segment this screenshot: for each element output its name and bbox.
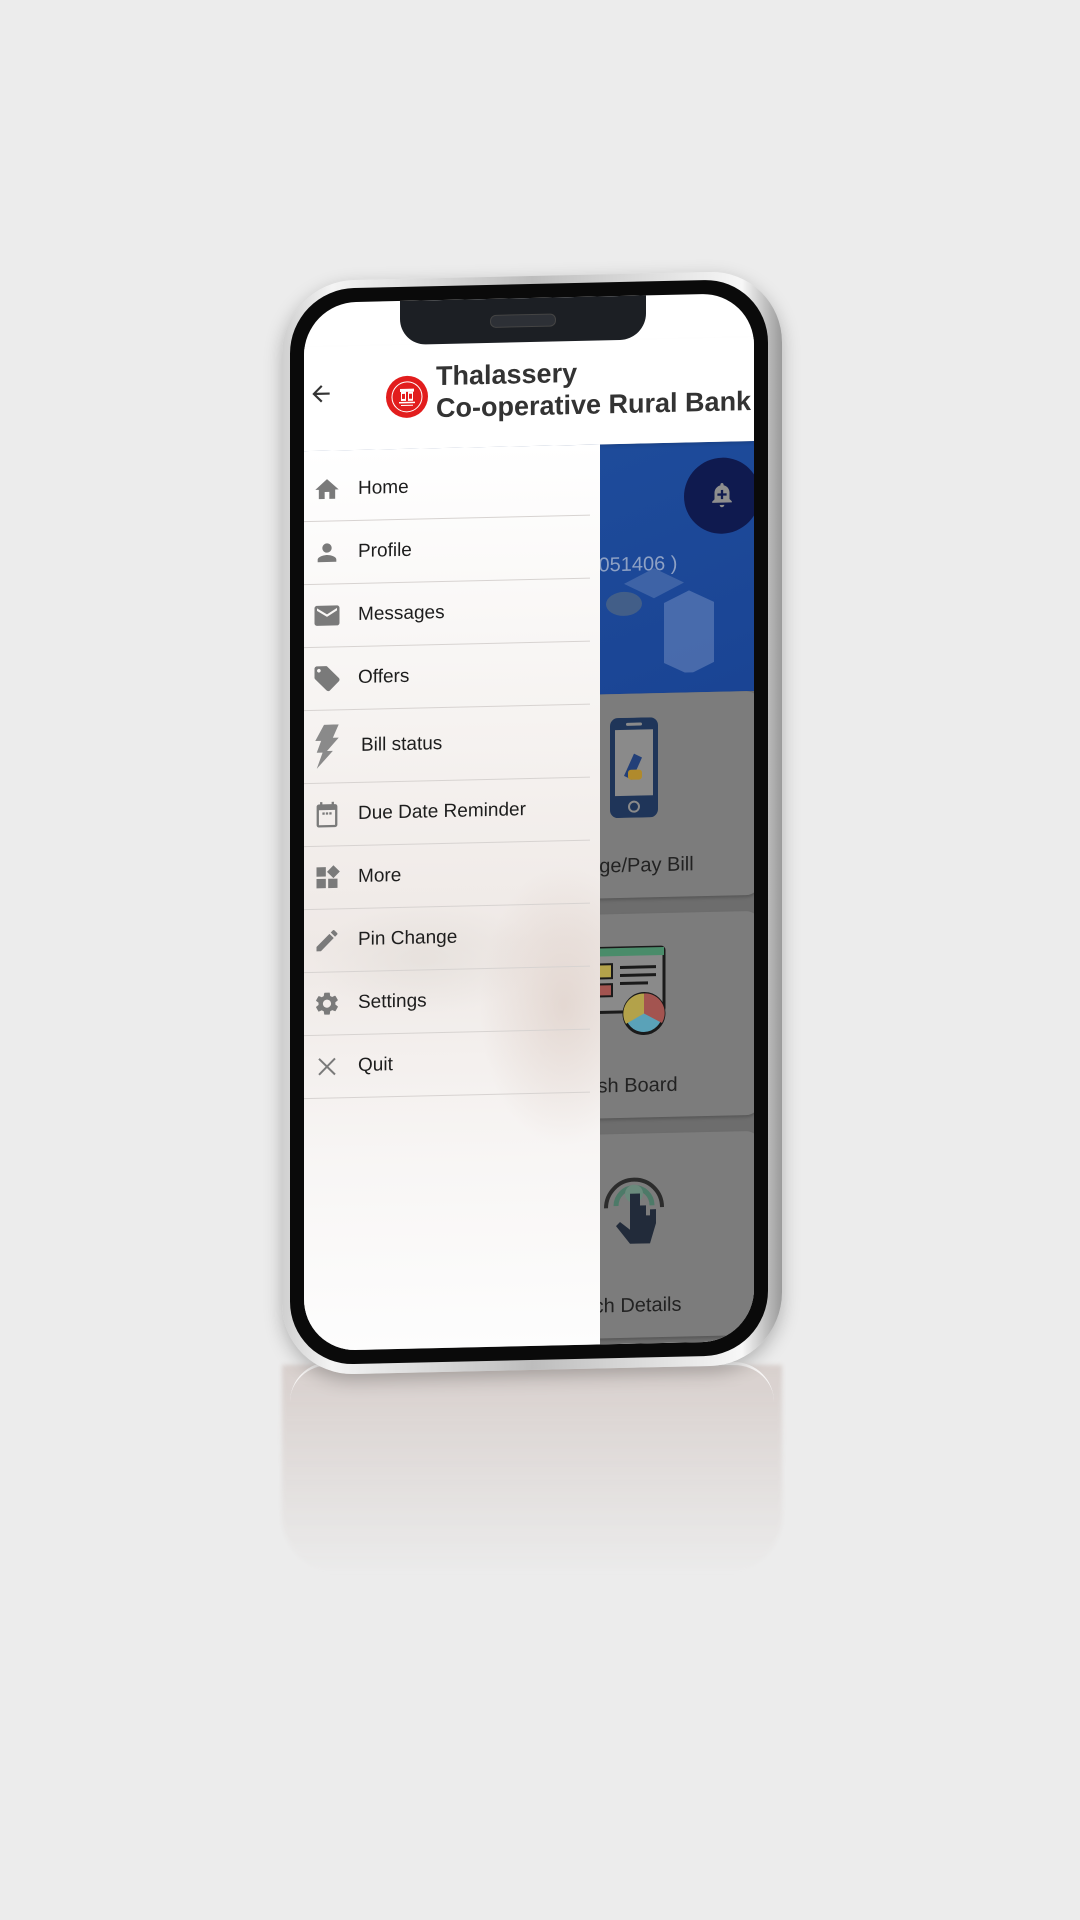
app-title: Thalassery Co-operative Rural Bank (436, 353, 751, 424)
back-button[interactable] (306, 378, 336, 409)
earpiece-speaker (490, 313, 556, 328)
app-bar: Thalassery Co-operative Rural Bank (304, 336, 754, 452)
menu-item-messages[interactable]: Messages (304, 578, 590, 649)
menu-item-home[interactable]: Home (304, 452, 590, 523)
navigation-drawer: Home Profile Messages Offers Bill status… (304, 444, 600, 1352)
menu-item-bill-status[interactable]: Bill status (304, 704, 590, 785)
menu-item-profile[interactable]: Profile (304, 515, 590, 586)
mail-icon (308, 600, 346, 631)
lightning-icon (308, 724, 346, 769)
close-icon (308, 1054, 346, 1079)
tag-icon (308, 663, 346, 694)
gear-icon (308, 989, 346, 1018)
phone-screen: Thalassery Co-operative Rural Bank 40010… (304, 292, 754, 1352)
menu-label: Bill status (361, 733, 443, 756)
add-reminder-button[interactable] (684, 456, 754, 535)
menu-item-more[interactable]: More (304, 840, 590, 911)
bank-logo-icon (386, 375, 428, 419)
menu-label: Home (358, 476, 409, 499)
app-title-line2: Co-operative Rural Bank (436, 386, 752, 424)
menu-label: Profile (358, 539, 412, 562)
menu-label: Quit (358, 1054, 393, 1076)
phone-notch (400, 295, 646, 345)
menu-label: Offers (358, 665, 410, 688)
calendar-icon (308, 799, 346, 830)
menu-label: More (358, 864, 402, 887)
menu-label: Due Date Reminder (358, 799, 526, 824)
phone-bezel: Thalassery Co-operative Rural Bank 40010… (290, 278, 768, 1366)
pencil-icon (308, 926, 346, 955)
menu-label: Messages (358, 601, 445, 625)
mobile-card-icon (610, 717, 658, 819)
menu-item-quit[interactable]: Quit (304, 1029, 590, 1100)
menu-item-settings[interactable]: Settings (304, 966, 590, 1037)
home-icon (308, 475, 346, 504)
menu-label: Settings (358, 990, 427, 1013)
menu-item-pin-change[interactable]: Pin Change (304, 903, 590, 974)
person-icon (308, 538, 346, 567)
phone-frame: Thalassery Co-operative Rural Bank 40010… (282, 270, 782, 1376)
bell-plus-icon (712, 482, 732, 508)
touch-icon (604, 1177, 664, 1244)
drawer-menu: Home Profile Messages Offers Bill status… (304, 444, 600, 1100)
arrow-left-icon (312, 385, 330, 403)
menu-item-offers[interactable]: Offers (304, 641, 590, 712)
widgets-icon (308, 863, 346, 892)
menu-label: Pin Change (358, 926, 458, 950)
isometric-illustration (606, 568, 714, 675)
menu-item-due-date-reminder[interactable]: Due Date Reminder (304, 777, 590, 848)
